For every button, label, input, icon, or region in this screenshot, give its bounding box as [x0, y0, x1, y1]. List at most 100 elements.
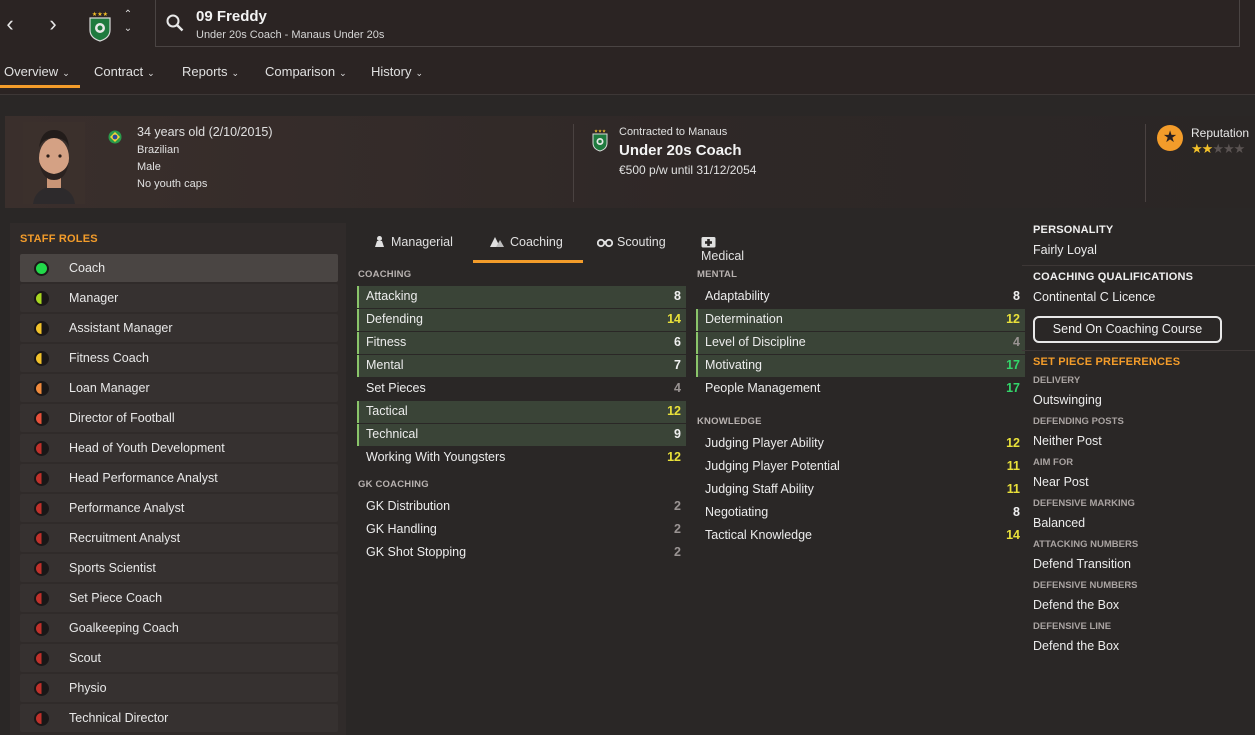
tab-history[interactable]: History ⌄ — [371, 64, 423, 79]
attribute-row[interactable]: Tactical 12 — [357, 401, 686, 423]
attribute-label: Working With Youngsters — [366, 450, 506, 464]
staff-role-row[interactable]: Head of Youth Development — [20, 434, 338, 462]
attribute-row[interactable]: Negotiating 8 — [696, 502, 1025, 524]
staff-role-row[interactable]: Set Piece Coach — [20, 584, 338, 612]
tab-reports[interactable]: Reports ⌄ — [182, 64, 239, 79]
attribute-label: Motivating — [705, 358, 762, 372]
attribute-label: Level of Discipline — [705, 335, 806, 349]
attribute-value: 8 — [674, 289, 681, 303]
attribute-label: Judging Player Potential — [705, 459, 840, 473]
divider — [573, 124, 574, 202]
staff-role-row[interactable]: Technical Director — [20, 704, 338, 732]
club-crest-icon: ★★★ — [89, 11, 111, 42]
attribute-row[interactable]: Working With Youngsters 12 — [357, 447, 686, 469]
binoculars-icon — [596, 238, 614, 248]
attribute-row[interactable]: GK Distribution 2 — [357, 496, 686, 518]
role-suitability-dot-icon — [34, 351, 49, 366]
attribute-row[interactable]: Judging Player Potential 11 — [696, 456, 1025, 478]
set-piece-pref-value: Balanced — [1033, 516, 1086, 530]
staff-role-row[interactable]: Fitness Coach — [20, 344, 338, 372]
staff-role-label: Recruitment Analyst — [69, 531, 181, 545]
attribute-row[interactable]: Technical 9 — [357, 424, 686, 446]
attribute-row[interactable]: People Management 17 — [696, 378, 1025, 400]
attribute-value: 6 — [674, 335, 681, 349]
role-suitability-dot-icon — [34, 441, 49, 456]
staff-role-label: Manager — [69, 291, 119, 305]
attribute-label: People Management — [705, 381, 821, 395]
role-suitability-dot-icon — [34, 471, 49, 486]
personality-value: Fairly Loyal — [1033, 243, 1097, 257]
attribute-row[interactable]: Judging Player Ability 12 — [696, 433, 1025, 455]
staff-role-label: Technical Director — [69, 711, 169, 725]
attribute-label: GK Handling — [366, 522, 437, 536]
attribute-row[interactable]: Adaptability 8 — [696, 286, 1025, 308]
attribute-row[interactable]: Level of Discipline 4 — [696, 332, 1025, 354]
staff-role-row[interactable]: Director of Football — [20, 404, 338, 432]
tab-overview[interactable]: Overview ⌄ — [4, 64, 70, 79]
forward-arrow-icon[interactable]: › — [43, 12, 63, 36]
staff-role-row[interactable]: Sports Scientist — [20, 554, 338, 582]
tab-comparison[interactable]: Comparison ⌄ — [265, 64, 347, 79]
staff-role-label: Coach — [69, 261, 106, 275]
profile-band: 34 years old (2/10/2015) Brazilian Male … — [5, 116, 1255, 208]
attribute-value: 17 — [1006, 381, 1020, 395]
age-text: 34 years old (2/10/2015) — [137, 125, 273, 139]
staff-roles-title: STAFF ROLES — [20, 233, 98, 245]
staff-role-row[interactable]: Assistant Manager — [20, 314, 338, 342]
set-piece-pref-label: DELIVERY — [1033, 375, 1081, 386]
attribute-label: Judging Staff Ability — [705, 482, 814, 496]
tab-contract[interactable]: Contract ⌄ — [94, 64, 155, 79]
attribute-row[interactable]: Set Pieces 4 — [357, 378, 686, 400]
caps-text: No youth caps — [137, 178, 208, 190]
send-on-coaching-course-button[interactable]: Send On Coaching Course — [1033, 316, 1222, 343]
attribute-value: 17 — [1006, 358, 1020, 372]
attribute-label: Attacking — [366, 289, 418, 303]
attribute-label: Negotiating — [705, 505, 769, 519]
attribute-row[interactable]: Defending 14 — [357, 309, 686, 331]
staff-role-row[interactable]: Scout — [20, 644, 338, 672]
attribute-row[interactable]: Tactical Knowledge 14 — [696, 525, 1025, 547]
back-arrow-icon[interactable]: ‹ — [0, 12, 20, 36]
staff-role-row[interactable]: Coach — [20, 254, 338, 282]
staff-role-row[interactable]: Loan Manager — [20, 374, 338, 402]
tab-coaching[interactable]: Coaching — [489, 235, 563, 249]
attribute-row[interactable]: GK Handling 2 — [357, 519, 686, 541]
staff-role-label: Scout — [69, 651, 101, 665]
club-switch-arrows-icon[interactable]: ⌃ ⌄ — [121, 8, 135, 40]
attribute-row[interactable]: GK Shot Stopping 2 — [357, 542, 686, 564]
staff-role-row[interactable]: Physio — [20, 674, 338, 702]
attribute-row[interactable]: Judging Staff Ability 11 — [696, 479, 1025, 501]
tab-scouting[interactable]: Scouting — [596, 235, 666, 249]
divider — [1145, 124, 1146, 202]
role-suitability-dot-icon — [34, 711, 49, 726]
set-piece-pref-label: DEFENSIVE LINE — [1033, 621, 1112, 632]
tab-medical[interactable]: Medical — [701, 235, 744, 263]
tab-managerial[interactable]: Managerial — [373, 235, 453, 249]
staff-role-row[interactable]: Goalkeeping Coach — [20, 614, 338, 642]
attribute-row[interactable]: Motivating 17 — [696, 355, 1025, 377]
attribute-label: Mental — [366, 358, 404, 372]
set-piece-pref-value: Outswinging — [1033, 393, 1102, 407]
attribute-label: GK Shot Stopping — [366, 545, 467, 559]
search-box[interactable]: 09 Freddy Under 20s Coach - Manaus Under… — [155, 0, 1240, 47]
attribute-label: Tactical — [366, 404, 408, 418]
staff-role-row[interactable]: Performance Analyst — [20, 494, 338, 522]
attribute-label: Technical — [366, 427, 419, 441]
role-suitability-dot-icon — [34, 531, 49, 546]
attribute-value: 12 — [667, 450, 681, 464]
staff-role-row[interactable]: Recruitment Analyst — [20, 524, 338, 552]
staff-role-label: Head Performance Analyst — [69, 471, 218, 485]
staff-role-row[interactable]: Head Performance Analyst — [20, 464, 338, 492]
staff-subtitle: Under 20s Coach - Manaus Under 20s — [196, 29, 385, 41]
attribute-value: 11 — [1006, 459, 1020, 473]
attribute-row[interactable]: Determination 12 — [696, 309, 1025, 331]
role-suitability-dot-icon — [34, 321, 49, 336]
attribute-label: Determination — [705, 312, 783, 326]
attribute-row[interactable]: Mental 7 — [357, 355, 686, 377]
attribute-row[interactable]: Attacking 8 — [357, 286, 686, 308]
attribute-row[interactable]: Fitness 6 — [357, 332, 686, 354]
star-icon: ★ — [1201, 141, 1214, 156]
staff-role-row[interactable]: Manager — [20, 284, 338, 312]
role-suitability-dot-icon — [34, 561, 49, 576]
staff-name: 09 Freddy — [196, 8, 267, 25]
